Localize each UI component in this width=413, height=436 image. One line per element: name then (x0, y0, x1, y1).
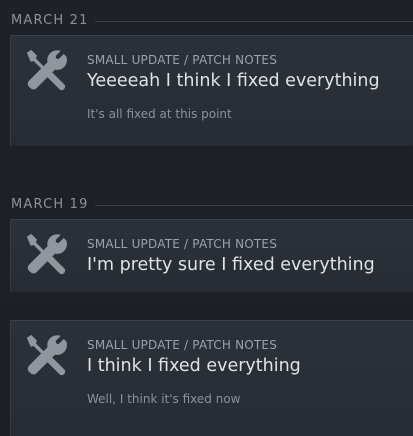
event-title[interactable]: I think I fixed everything (87, 355, 301, 377)
event-title[interactable]: I'm pretty sure I fixed everything (87, 254, 375, 276)
date-label: MARCH 21 (11, 13, 89, 28)
event-card[interactable]: SMALL UPDATE / PATCH NOTES I think I fix… (10, 320, 413, 436)
event-card[interactable]: SMALL UPDATE / PATCH NOTES I'm pretty su… (10, 219, 413, 292)
date-divider (95, 205, 413, 206)
date-header: MARCH 19 (0, 197, 413, 217)
event-title[interactable]: Yeeeeah I think I fixed everything (87, 70, 380, 92)
date-label: MARCH 19 (11, 197, 89, 212)
event-category: SMALL UPDATE / PATCH NOTES (87, 338, 278, 352)
tools-icon (26, 233, 67, 275)
tools-icon (26, 334, 67, 376)
event-category: SMALL UPDATE / PATCH NOTES (87, 53, 278, 67)
date-divider (95, 21, 413, 22)
event-category: SMALL UPDATE / PATCH NOTES (87, 237, 278, 251)
tools-icon (26, 49, 67, 91)
event-card[interactable]: SMALL UPDATE / PATCH NOTES Yeeeeah I thi… (10, 35, 413, 146)
event-subtitle: It's all fixed at this point (87, 107, 232, 121)
date-header: MARCH 21 (0, 13, 413, 33)
event-subtitle: Well, I think it's fixed now (87, 392, 241, 406)
